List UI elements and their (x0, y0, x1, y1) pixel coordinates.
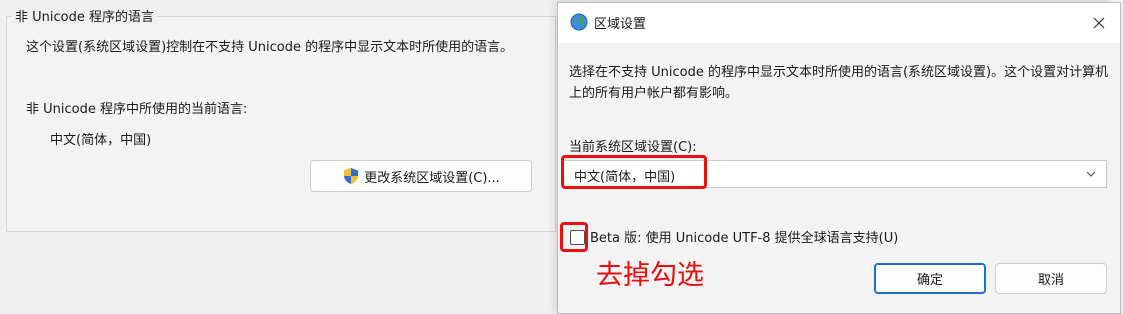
change-button-label: 更改系统区域设置(C)... (364, 170, 500, 186)
beta-utf8-label[interactable]: Beta 版: 使用 Unicode UTF-8 提供全球语言支持(U) (590, 227, 898, 246)
system-locale-label: 当前系统区域设置(C): (569, 140, 697, 155)
dialog-title: 区域设置 (594, 17, 647, 32)
groupbox-description: 这个设置(系统区域设置)控制在不支持 Unicode 的程序中显示文本时所使用的… (26, 40, 514, 55)
globe-icon (570, 13, 588, 31)
dialog-titlebar[interactable]: 区域设置 (558, 3, 1120, 43)
current-language-label: 非 Unicode 程序中所使用的当前语言: (26, 102, 248, 117)
ok-button[interactable]: 确定 (874, 263, 986, 294)
groupbox-title: 非 Unicode 程序的语言 (12, 6, 157, 25)
close-button[interactable] (1084, 9, 1114, 37)
system-locale-value: 中文(简体，中国) (574, 170, 676, 185)
dialog-description: 选择在不支持 Unicode 的程序中显示文本时所使用的语言(系统区域设置)。这… (569, 65, 1109, 101)
close-icon (1093, 17, 1105, 29)
beta-utf8-checkbox[interactable] (570, 230, 585, 245)
chevron-down-icon (1086, 171, 1096, 177)
change-system-locale-button[interactable]: 更改系统区域设置(C)... (310, 160, 532, 192)
system-locale-select[interactable]: 中文(简体，中国) (563, 160, 1107, 188)
current-language-value: 中文(简体，中国) (50, 133, 152, 148)
cancel-button[interactable]: 取消 (995, 263, 1107, 294)
uac-shield-icon (344, 168, 359, 184)
background-panel: 非 Unicode 程序的语言 这个设置(系统区域设置)控制在不支持 Unico… (0, 0, 560, 312)
region-settings-dialog: 区域设置 选择在不支持 Unicode 的程序中显示文本时所使用的语言(系统区域… (557, 2, 1121, 314)
annotation-text: 去掉勾选 (596, 260, 704, 291)
